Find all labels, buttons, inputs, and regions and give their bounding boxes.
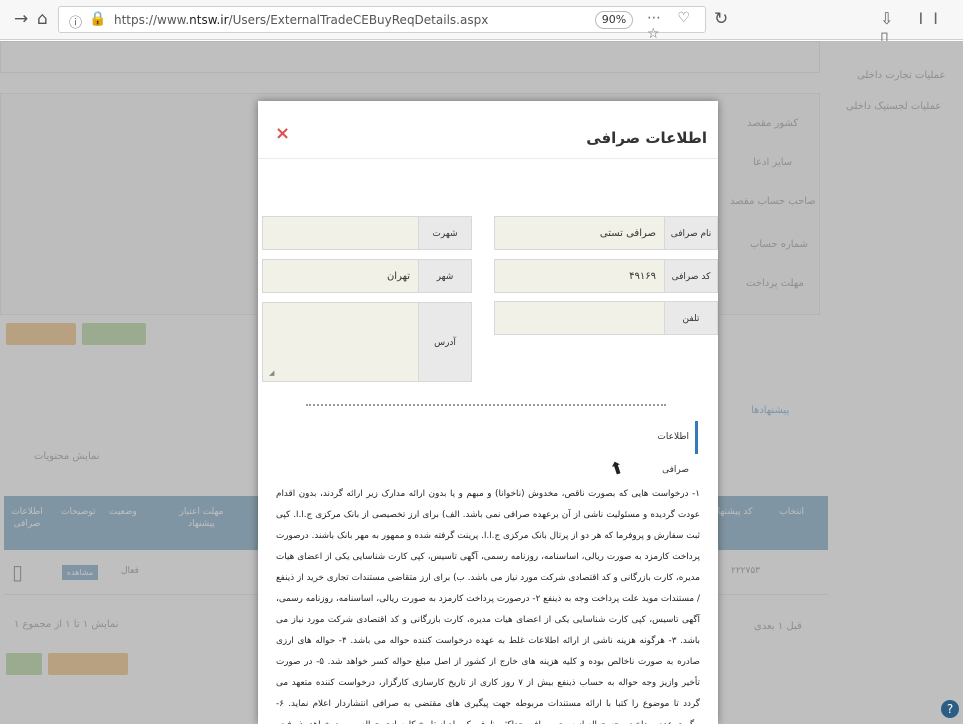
browser-toolbar: → ⌂ ⓘ 🔒 https://www.ntsw.ir/Users/Extern… xyxy=(0,0,963,47)
address-label: آدرس xyxy=(418,303,471,381)
exchange-code-field[interactable]: کد صرافی ۴۹۱۶۹ xyxy=(494,259,718,293)
resize-handle-icon[interactable]: ◢ xyxy=(269,369,274,377)
exchange-fame-field[interactable]: شهرت صرافی xyxy=(262,216,472,273)
home-icon[interactable]: ⌂ xyxy=(37,9,48,29)
forward-icon[interactable]: → xyxy=(14,9,28,29)
info-icon[interactable]: ⓘ xyxy=(69,12,82,31)
exchange-code-value: ۴۹۱۶۹ xyxy=(629,271,656,282)
modal-header: × اطلاعات صرافی xyxy=(258,101,718,159)
exchange-name-field[interactable]: نام صرافی صرافی تستی xyxy=(494,216,718,250)
phone-field[interactable]: تلفن xyxy=(494,301,718,335)
city-field[interactable]: شهر تهران xyxy=(262,259,472,293)
exchange-fame-label: شهرت صرافی xyxy=(418,217,471,273)
reload-icon[interactable]: ↻ xyxy=(714,9,728,29)
lock-icon[interactable]: 🔒 xyxy=(89,11,106,27)
modal-title: اطلاعات صرافی xyxy=(586,129,707,147)
address-field[interactable]: آدرس ◢ xyxy=(262,302,472,382)
exchange-info-tab[interactable]: اطلاعات صرافی xyxy=(628,421,698,475)
section-divider xyxy=(306,404,666,406)
exchange-info-modal: × اطلاعات صرافی نام صرافی صرافی تستی شهر… xyxy=(258,101,718,724)
exchange-name-value: صرافی تستی xyxy=(599,228,656,239)
web-page: کشور مقصد سایر ادعا صاحب حساب مقصد شماره… xyxy=(0,41,963,724)
url-text[interactable]: https://www.ntsw.ir/Users/ExternalTradeC… xyxy=(114,13,488,27)
address-bar[interactable]: ⓘ 🔒 https://www.ntsw.ir/Users/ExternalTr… xyxy=(58,6,706,42)
policy-text: ۱- درخواست هایی که بصورت ناقص، مخدوش (نا… xyxy=(276,489,700,724)
city-value: تهران xyxy=(386,271,410,282)
phone-label: تلفن xyxy=(664,302,717,334)
exchange-code-label: کد صرافی xyxy=(664,260,717,292)
help-icon[interactable]: ? xyxy=(941,700,959,718)
close-icon[interactable]: × xyxy=(275,123,290,144)
city-label: شهر xyxy=(418,260,471,292)
page-actions-icons[interactable]: ⋯ ♡ ☆ xyxy=(647,10,705,42)
exchange-name-label: نام صرافی xyxy=(664,217,717,249)
zoom-indicator[interactable]: 90% xyxy=(595,11,633,29)
mouse-cursor-icon: ⬆ xyxy=(607,457,627,481)
